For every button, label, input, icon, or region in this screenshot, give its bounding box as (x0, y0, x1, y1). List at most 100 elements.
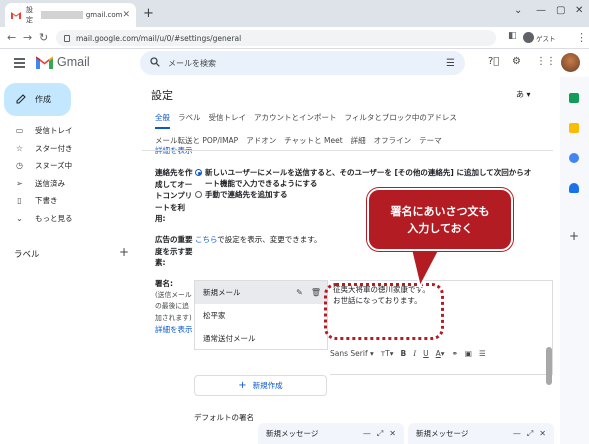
clock-icon: ◷ (16, 161, 23, 171)
signature-details-link[interactable]: 詳細を表示 (155, 324, 193, 336)
browser-menu-icon[interactable]: ⋮ (576, 31, 587, 44)
contacts-option-auto[interactable]: 新しいユーザーにメールを送信すると、そのユーザーを [その他の連絡先] に追加し… (195, 167, 531, 189)
tabs-divider (142, 150, 553, 151)
sidebar-item-inbox[interactable]: ▭ 受信トレイ (0, 122, 140, 140)
trash-icon[interactable]: 🗑 (311, 288, 321, 297)
label-line: 成してオー (155, 179, 193, 189)
signature-item[interactable]: 新規メール ✎ 🗑 (195, 281, 327, 304)
minimize-icon[interactable]: — (363, 429, 371, 439)
sidebar-item-snoozed[interactable]: ◷ スヌーズ中 (0, 157, 140, 175)
importance-desc: で設定を表示、変更できます。 (217, 235, 322, 244)
tab-close-icon[interactable]: ✕ (122, 10, 130, 20)
search-bar[interactable]: メールを検索 ☰ (140, 51, 465, 75)
sidebar-item-label: スヌーズ中 (35, 161, 73, 171)
tab-accounts[interactable]: アカウントとインポート (254, 112, 337, 129)
minimize-icon[interactable]: — (513, 429, 521, 439)
language-indicator: あ (516, 90, 524, 99)
new-tab-button[interactable]: + (143, 6, 154, 21)
contacts-option-manual[interactable]: 手動で連絡先を追加する (195, 189, 288, 200)
gmail-header: Gmail メールを検索 ☰ ?⃝ ⚙ ⋮⋮ (0, 49, 589, 77)
maximize-icon[interactable]: ▢ (556, 5, 565, 16)
signature-item[interactable]: 通常送付メール (195, 327, 327, 350)
minimize-icon[interactable]: — (536, 5, 546, 16)
account-avatar[interactable] (561, 53, 580, 72)
underline-icon[interactable]: U (423, 349, 429, 358)
font-size-icon[interactable]: тT▾ (381, 349, 394, 358)
search-options-icon[interactable]: ☰ (446, 58, 455, 69)
contacts-setting-label: 連絡先を作 成してオー トコンプリ ートを利 用: (155, 167, 193, 225)
reload-icon[interactable]: ↻ (39, 31, 48, 44)
importance-link[interactable]: こちら (195, 235, 217, 244)
button-label: 新規作成 (252, 381, 283, 390)
radio-unselected-icon[interactable] (195, 191, 202, 198)
sidebar-item-starred[interactable]: ☆ スター付き (0, 140, 140, 158)
tab-addons[interactable]: アドオン (246, 135, 276, 146)
sidebar-item-drafts[interactable]: ▯ 下書き (0, 192, 140, 210)
tab-inbox[interactable]: 受信トレイ (209, 112, 247, 129)
redacted-email (40, 11, 83, 19)
draft-icon: ▯ (17, 196, 22, 206)
gmail-favicon (11, 11, 21, 19)
bold-icon[interactable]: B (400, 349, 406, 358)
window-close-icon[interactable]: ✕ (575, 5, 583, 16)
pencil-icon (16, 93, 26, 106)
browser-tab-bar: 設定 gmail.com ✕ + ⌄ — ▢ ✕ (0, 0, 589, 27)
scrollbar-thumb[interactable] (546, 347, 552, 385)
compose-window-minimized[interactable]: 新規メッセージ — ⤢ ✕ (408, 423, 554, 444)
sidebar-nav: ▭ 受信トレイ ☆ スター付き ◷ スヌーズ中 ➢ 送信済み ▯ 下書き ⌄ も… (0, 122, 140, 227)
text-color-icon[interactable]: A▾ (436, 349, 445, 358)
input-tools-button[interactable]: あ ▾ (516, 89, 531, 100)
help-icon[interactable]: ?⃝ (488, 56, 499, 67)
url-bar[interactable]: mail.google.com/mail/u/0/#settings/gener… (56, 30, 496, 46)
expand-icon[interactable]: ⤢ (527, 429, 533, 439)
radio-selected-icon[interactable] (195, 169, 202, 176)
sidebar-item-more[interactable]: ⌄ もっと見る (0, 210, 140, 228)
browser-tab[interactable]: 設定 gmail.com ✕ (5, 3, 136, 27)
forward-icon[interactable]: → (23, 31, 32, 44)
font-select[interactable]: Sans Serif ▾ (330, 349, 374, 358)
option-text: 新しいユーザーにメールを送信すると、そのユーザーを [その他の連絡先] に追加し… (205, 167, 531, 189)
add-label-button[interactable]: + (119, 245, 129, 259)
calendar-icon[interactable] (569, 93, 579, 103)
compose-button[interactable]: 作成 (4, 83, 71, 116)
label-line: 署名: (155, 279, 173, 288)
close-icon[interactable]: ✕ (539, 429, 546, 439)
contacts-icon[interactable] (569, 183, 579, 193)
sidepanel-icon[interactable]: ◧ (508, 31, 517, 41)
tab-filters[interactable]: フィルタとブロック中のアドレス (345, 112, 457, 129)
settings-gear-icon[interactable]: ⚙ (512, 56, 521, 67)
tab-labels[interactable]: ラベル (178, 112, 201, 129)
profile-label: ゲスト (536, 34, 556, 43)
tab-general[interactable]: 全般 (155, 112, 170, 129)
align-icon[interactable]: ☰ (479, 349, 486, 358)
link-icon[interactable]: ⚭ (452, 349, 458, 358)
signature-toolbar: Sans Serif ▾ тT▾ B I U A▾ ⚭ ▣ ☰ (330, 349, 550, 358)
expand-icon[interactable]: ⤢ (377, 429, 383, 439)
image-icon[interactable]: ▣ (465, 349, 472, 358)
close-icon[interactable]: ✕ (389, 429, 396, 439)
compose-window-minimized[interactable]: 新規メッセージ — ⤢ ✕ (258, 423, 404, 444)
highlight-dotted-box (324, 283, 444, 340)
apps-grid-icon[interactable]: ⋮⋮ (536, 56, 556, 67)
tab-offline[interactable]: オフライン (374, 135, 412, 146)
tab-search-icon[interactable]: ⌄ (514, 5, 522, 16)
edit-pencil-icon[interactable]: ✎ (296, 288, 303, 297)
sidebar-item-sent[interactable]: ➢ 送信済み (0, 175, 140, 193)
keep-icon[interactable] (569, 123, 579, 133)
hamburger-menu-icon[interactable] (14, 58, 25, 70)
create-new-signature-button[interactable]: + 新規作成 (194, 375, 327, 396)
tab-chat-meet[interactable]: チャットと Meet (284, 135, 342, 146)
label-line: ートを利 (155, 202, 185, 212)
signature-item[interactable]: 松平家 (195, 304, 327, 327)
search-icon[interactable] (150, 57, 160, 69)
italic-icon[interactable]: I (413, 349, 416, 358)
profile-button[interactable]: ゲスト (523, 32, 556, 43)
signature-name: 通常送付メール (203, 334, 256, 343)
tab-themes[interactable]: テーマ (419, 135, 442, 146)
back-icon[interactable]: ← (7, 31, 16, 44)
label-line: 用: (155, 214, 166, 223)
gmail-logo[interactable]: Gmail (36, 55, 90, 69)
tasks-icon[interactable] (569, 153, 579, 163)
add-addon-icon[interactable]: + (569, 229, 579, 243)
tab-advanced[interactable]: 詳細 (351, 135, 366, 146)
